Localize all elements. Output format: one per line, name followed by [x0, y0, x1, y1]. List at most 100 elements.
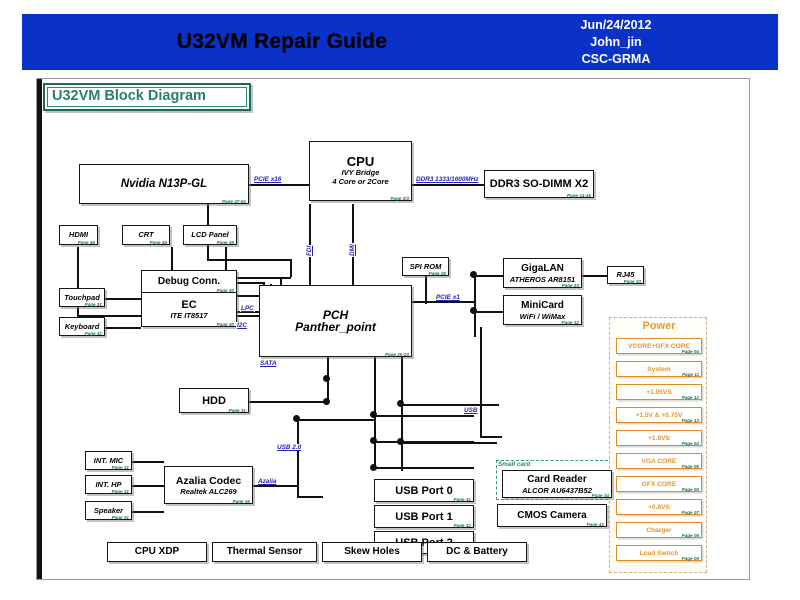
bus-label-pcie-x16: PCIE x16	[253, 176, 283, 183]
block-ec-label: EC	[181, 299, 197, 311]
block-rj45[interactable]: RJ45 Page 33	[607, 266, 644, 284]
block-diagram-canvas: U32VM Block Diagram PCIE x16 DDR3 1333/1…	[36, 78, 750, 580]
bus-label-sata: SATA	[259, 360, 278, 367]
block-diagram-title-box: U32VM Block Diagram	[43, 83, 251, 111]
junction-dot-minicard	[470, 307, 477, 314]
power-item-page: Page 13	[681, 418, 699, 423]
block-skew-holes[interactable]: Skew Holes	[322, 542, 422, 562]
wire-hp-azalia	[132, 485, 164, 487]
block-hdmi-page: Page 46	[77, 240, 95, 245]
block-crt[interactable]: CRT Page 45	[122, 225, 170, 245]
power-item-7[interactable]: +0.8VS Page 07	[616, 499, 702, 515]
wire-speaker-azalia	[132, 511, 164, 513]
block-hdmi[interactable]: HDMI Page 46	[59, 225, 98, 245]
left-rail-bar	[37, 79, 42, 579]
block-hdd-page: Page 31	[228, 408, 246, 413]
smallcard-group-label: Small card	[498, 461, 531, 468]
block-usb-port-1[interactable]: USB Port 1 Page 41	[374, 505, 474, 528]
block-cpu[interactable]: CPU IVY Bridge 4 Core or 2Core Page 2/3	[309, 141, 412, 201]
block-cardreader-sub: ALCOR AU6437B52	[522, 485, 592, 495]
block-azalia-page: Page 36	[232, 499, 250, 504]
power-item-5[interactable]: VGA CORE Page 05	[616, 453, 702, 469]
wire-cmoscam	[401, 442, 497, 444]
wire-keyboard-ec	[105, 327, 141, 329]
power-item-9[interactable]: Load Switch Page 09	[616, 545, 702, 561]
header-meta: Jun/24/2012 John_jin CSC-GRMA	[516, 17, 716, 68]
power-item-0[interactable]: VCORE+GFX CORE Page 04	[616, 338, 702, 354]
block-spi-rom[interactable]: SPI ROM Page 25	[402, 257, 449, 276]
power-item-label: System	[647, 365, 671, 373]
power-item-4[interactable]: +1.8VS Page 04	[616, 430, 702, 446]
wire-pch-pcie1	[412, 301, 474, 303]
bus-label-pcie-x1: PCIE x1	[435, 294, 461, 301]
power-item-6[interactable]: GFX CORE Page 06	[616, 476, 702, 492]
wire-pcie1-trunk	[474, 275, 476, 337]
power-item-page: Page 11	[681, 372, 699, 377]
block-usb-port-0[interactable]: USB Port 0 Page 41	[374, 479, 474, 502]
header-date: Jun/24/2012	[580, 18, 652, 32]
power-group: Power VCORE+GFX CORE Page 04 System Page 11…	[609, 317, 707, 573]
block-ddr3[interactable]: DDR3 SO-DIMM X2 Page 14-16	[484, 170, 594, 198]
block-cpu-xdp[interactable]: CPU XDP	[107, 542, 207, 562]
block-card-reader[interactable]: Card Reader ALCOR AU6437B52 Page 34	[502, 470, 612, 498]
bus-label-dmi: DMI	[349, 243, 356, 257]
bus-label-ddr3: DDR3 1333/1600MHz	[415, 176, 480, 183]
wire-gigalan-in	[474, 275, 503, 277]
power-item-label: +1.8VS	[648, 434, 670, 442]
wire-minicard-down	[480, 327, 482, 437]
block-cpuxdp-label: CPU XDP	[134, 546, 180, 557]
power-item-2[interactable]: +1.05VS Page 12	[616, 384, 702, 400]
block-ddr3-label: DDR3 SO-DIMM X2	[489, 178, 589, 190]
wire-gigalan-rj45	[582, 275, 607, 277]
wire-cpu-ddr3	[412, 184, 484, 186]
power-item-page: Page 06	[681, 487, 699, 492]
block-rj45-page: Page 33	[623, 279, 641, 284]
block-ec[interactable]: EC ITE IT8517 Page 30	[141, 292, 237, 327]
block-int-hp[interactable]: INT. HP Page 31	[85, 475, 132, 494]
block-hdd[interactable]: HDD Page 31	[179, 388, 249, 413]
block-minicard[interactable]: MiniCard WiFi / WiMax Page 32	[503, 295, 582, 325]
block-pch-sub: Panther_point	[295, 320, 376, 334]
block-usb0-label: USB Port 0	[395, 484, 453, 497]
block-pch[interactable]: PCH Panther_point Page 20-23	[259, 285, 412, 357]
junction-dot-hdd	[323, 398, 330, 405]
block-cmos-camera[interactable]: CMOS Camera Page 41	[497, 504, 607, 527]
block-debug-label: Debug Conn.	[157, 275, 221, 287]
wire-usb0	[374, 415, 474, 417]
power-item-8[interactable]: Charger Page 08	[616, 522, 702, 538]
wire-nvidia-cpu	[249, 184, 309, 186]
junction-dot-sata	[323, 375, 330, 382]
power-item-page: Page 04	[681, 349, 699, 354]
block-usb1-page: Page 41	[453, 523, 471, 528]
wire-minicard-usb	[480, 436, 502, 438]
wire-spirom-pch	[425, 276, 427, 304]
block-usb0-page: Page 41	[453, 497, 471, 502]
block-gigalan-label: GigaLAN	[521, 262, 564, 274]
block-keyboard-page: Page 31	[84, 331, 102, 336]
block-debug-conn[interactable]: Debug Conn. Page 30	[141, 270, 237, 293]
block-cpu-sub2: 4 Core or 2Core	[332, 177, 389, 186]
wire-touchpad-ec	[105, 298, 141, 300]
block-lcd-panel[interactable]: LCD Panel Page 45	[183, 225, 237, 245]
block-keyboard[interactable]: Keyboard Page 31	[59, 317, 105, 336]
wire-mic-azalia	[132, 461, 164, 463]
block-speaker[interactable]: Speaker Page 31	[85, 501, 132, 520]
power-item-label: +0.8VS	[648, 503, 670, 511]
block-azalia-sub: Realtek ALC269	[180, 486, 237, 496]
power-item-page: Page 07	[681, 510, 699, 515]
power-item-3[interactable]: +1.5V & +0.75V Page 13	[616, 407, 702, 423]
block-dc-battery[interactable]: DC & Battery	[427, 542, 527, 562]
power-item-label: VCORE+GFX CORE	[628, 342, 690, 350]
block-azalia-codec[interactable]: Azalia Codec Realtek ALC269 Page 36	[164, 466, 253, 504]
block-cmoscam-label: CMOS Camera	[517, 509, 587, 521]
block-azalia-label: Azalia Codec	[175, 474, 242, 487]
block-touchpad[interactable]: Touchpad Page 31	[59, 288, 105, 307]
header-author: John_jin	[590, 35, 642, 49]
junction-dot-gigalan	[470, 271, 477, 278]
block-gigalan[interactable]: GigaLAN ATHEROS AR8151 Page 33	[503, 258, 582, 288]
power-item-1[interactable]: System Page 11	[616, 361, 702, 377]
power-item-label: +1.05VS	[646, 388, 672, 396]
block-int-mic[interactable]: INT. MIC Page 31	[85, 451, 132, 470]
block-thermal-sensor[interactable]: Thermal Sensor	[212, 542, 317, 562]
block-nvidia[interactable]: Nvidia N13P-GL Page 47-51	[79, 164, 249, 204]
